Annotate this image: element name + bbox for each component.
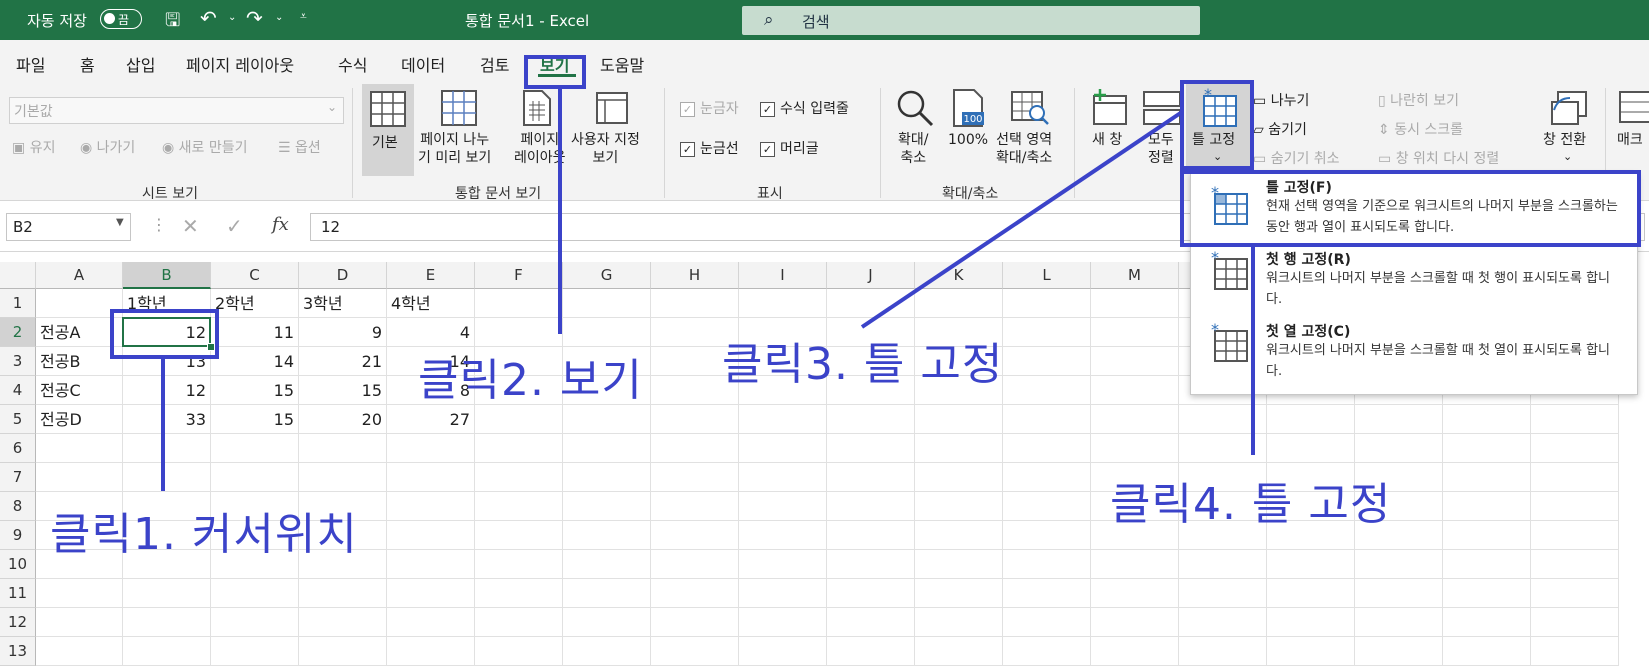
annotation-step3: 클릭3. 틀 고정: [722, 339, 1004, 390]
annotation-step4: 클릭4. 틀 고정: [1110, 479, 1392, 530]
annotation-step1: 클릭1. 커서위치: [50, 509, 358, 560]
annotation-step2: 클릭2. 보기: [418, 355, 643, 406]
